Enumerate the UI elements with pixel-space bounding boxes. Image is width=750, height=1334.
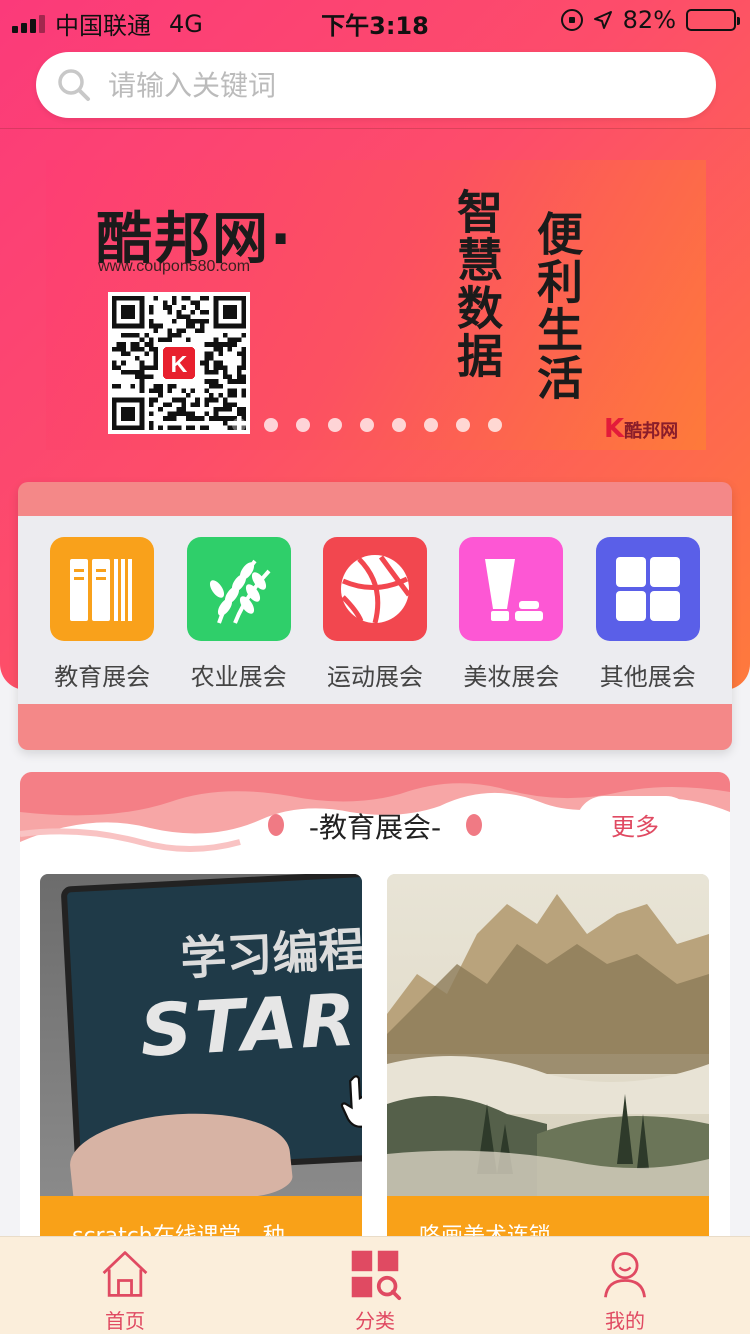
category-education[interactable]: 教育展会 [42,516,162,704]
category-cosmetics[interactable]: 美妆展会 [451,516,571,704]
banner-corner-logo: K酷邦网 [604,414,679,444]
carousel-dot[interactable] [488,418,502,432]
search-bar[interactable] [36,52,716,118]
category-sports[interactable]: 运动展会 [315,516,435,704]
education-section: -教育展会- 更多 学习编程 STAR scratch在线课堂，种 [20,772,730,1252]
grid-icon [615,557,680,621]
bottom-tab-bar: 首页 分类 我的 [0,1236,750,1334]
category-other[interactable]: 其他展会 [588,516,708,704]
category-label: 运动展会 [326,663,423,691]
basketball-icon [340,555,411,624]
banner-slogan-1: 智慧数据 [450,188,504,380]
wheat-icon [209,559,271,624]
search-icon [58,69,90,101]
category-icon-bg [322,537,427,641]
svg-text:K: K [171,351,188,377]
tab-label: 我的 [605,1309,645,1333]
qr-code: K [108,292,250,434]
course-image: 学习编程 STAR [40,874,362,1196]
promo-banner[interactable]: 酷邦网· www.coupon580.com K 智慧数据 便利生活 K酷邦网 [46,160,706,450]
category-label: 美妆展会 [463,663,560,691]
more-button[interactable]: 更多 [576,796,694,852]
tab-category[interactable]: 分类 [295,1237,455,1334]
banner-slogan-2: 便利生活 [530,210,584,402]
carousel-dot[interactable] [424,418,438,432]
books-icon [70,559,133,621]
pointer-hand-icon [340,1075,362,1128]
tab-home[interactable]: 首页 [45,1237,205,1334]
screen-text-heading: 学习编程 [179,922,362,986]
battery-icon [686,9,740,31]
category-panel: 教育展会 农业展会 运动展会 美妆展会 其他展会 [18,482,732,750]
home-icon [102,1251,148,1297]
category-icon-bg [186,537,291,641]
carousel-dot[interactable] [264,418,278,432]
location-arrow-icon [593,11,612,29]
course-card[interactable]: 学习编程 STAR scratch在线课堂，种 [40,874,362,1252]
title-dot-right [466,814,482,836]
category-label: 其他展会 [599,663,696,691]
category-agriculture[interactable]: 农业展会 [179,516,299,704]
carousel-dot[interactable] [456,418,470,432]
category-icon-bg [50,537,155,641]
category-search-icon [351,1250,402,1301]
category-icon-bg [459,537,564,641]
carousel-dot[interactable] [360,418,374,432]
carousel-dot[interactable] [232,418,246,432]
tab-label: 首页 [105,1309,145,1333]
battery-percent: 82% [622,6,676,34]
carousel-dot[interactable] [328,418,342,432]
carousel-dot[interactable] [392,418,406,432]
search-input[interactable] [108,68,668,102]
course-image [387,874,709,1196]
course-card[interactable]: 咚画美术连锁 [387,874,709,1252]
tab-profile[interactable]: 我的 [545,1237,705,1334]
banner-url: www.coupon580.com [98,258,251,275]
carousel-dot[interactable] [296,418,310,432]
landscape-painting [387,894,709,1196]
category-list: 教育展会 农业展会 运动展会 美妆展会 其他展会 [18,516,732,704]
tab-label: 分类 [355,1309,395,1333]
status-bar: 中国联通 4G 下午3:18 82% [0,0,750,42]
category-label: 农业展会 [190,663,287,691]
rotation-lock-icon [560,9,583,31]
screen-text-start: STAR [138,977,361,1073]
cosmetics-icon [485,559,544,621]
header-divider [0,128,750,129]
category-icon-bg [595,537,700,641]
user-icon [604,1252,646,1298]
category-label: 教育展会 [54,663,151,691]
carousel-indicator[interactable] [232,418,502,432]
